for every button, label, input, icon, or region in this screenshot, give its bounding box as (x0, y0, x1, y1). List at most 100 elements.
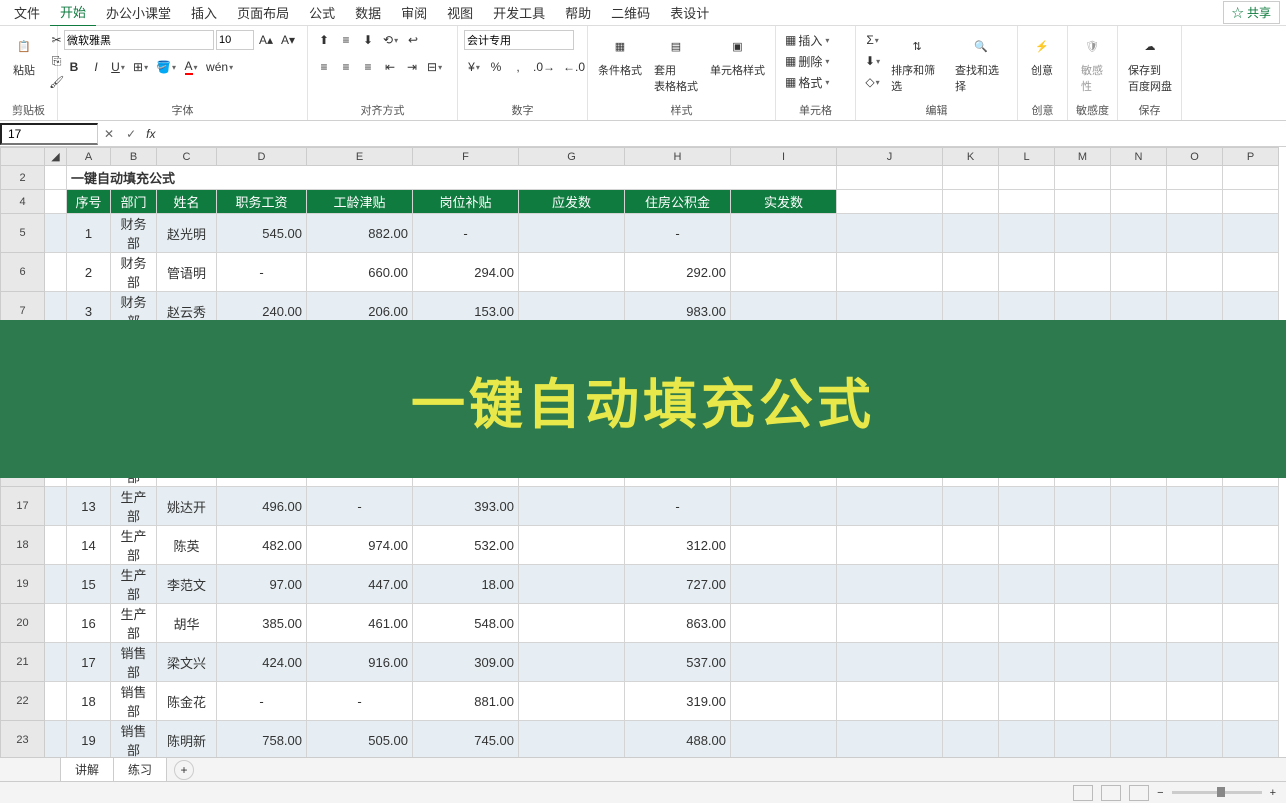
normal-view-button[interactable] (1073, 785, 1093, 801)
table-cell[interactable]: 292.00 (625, 253, 731, 292)
table-header[interactable]: 职务工资 (217, 190, 307, 214)
table-cell[interactable] (731, 487, 837, 526)
col-header-E[interactable]: E (307, 148, 413, 166)
table-cell[interactable]: 319.00 (625, 682, 731, 721)
table-header[interactable]: 应发数 (519, 190, 625, 214)
col-header-J[interactable]: J (837, 148, 943, 166)
table-cell[interactable] (519, 604, 625, 643)
col-header-D[interactable]: D (217, 148, 307, 166)
sort-filter-button[interactable]: ⇅排序和筛选 (887, 30, 947, 96)
table-cell[interactable]: 496.00 (217, 487, 307, 526)
tab-二维码[interactable]: 二维码 (601, 0, 660, 26)
increase-font-button[interactable]: A▴ (256, 30, 276, 50)
table-cell[interactable]: 545.00 (217, 214, 307, 253)
table-cell[interactable]: 陈金花 (157, 682, 217, 721)
col-header-C[interactable]: C (157, 148, 217, 166)
align-middle-button[interactable]: ≡ (336, 30, 356, 50)
indent-increase-button[interactable]: ⇥ (402, 57, 422, 77)
font-name-select[interactable] (64, 30, 214, 50)
select-all-corner[interactable]: ◢ (45, 148, 67, 166)
table-cell[interactable]: 727.00 (625, 565, 731, 604)
tab-视图[interactable]: 视图 (437, 0, 483, 26)
table-cell[interactable]: 393.00 (413, 487, 519, 526)
table-cell[interactable]: 销售部 (111, 721, 157, 758)
format-cells-button[interactable]: ▦ 格式 ▾ (782, 72, 832, 92)
row-header-6[interactable]: 6 (1, 253, 45, 292)
page-layout-view-button[interactable] (1101, 785, 1121, 801)
table-cell[interactable]: 生产部 (111, 526, 157, 565)
table-header[interactable]: 岗位补贴 (413, 190, 519, 214)
table-cell[interactable]: - (625, 214, 731, 253)
row-header-4[interactable]: 4 (1, 190, 45, 214)
align-center-button[interactable]: ≡ (336, 57, 356, 77)
align-top-button[interactable]: ⬆ (314, 30, 334, 50)
col-header-A[interactable]: A (67, 148, 111, 166)
table-cell[interactable]: 97.00 (217, 565, 307, 604)
clear-button[interactable]: ◇▾ (862, 72, 883, 92)
tab-帮助[interactable]: 帮助 (555, 0, 601, 26)
comma-button[interactable]: , (508, 57, 528, 77)
wrap-text-button[interactable]: ↩ (403, 30, 423, 50)
underline-button[interactable]: U▾ (108, 57, 128, 77)
conditional-format-button[interactable]: ▦条件格式 (594, 30, 646, 80)
tab-页面布局[interactable]: 页面布局 (227, 0, 299, 26)
bold-button[interactable]: B (64, 57, 84, 77)
table-cell[interactable]: 19 (67, 721, 111, 758)
table-cell[interactable]: 881.00 (413, 682, 519, 721)
table-cell[interactable]: 梁文兴 (157, 643, 217, 682)
zoom-slider[interactable] (1172, 791, 1262, 794)
table-cell[interactable]: 294.00 (413, 253, 519, 292)
fx-icon[interactable]: fx (142, 127, 159, 141)
ideas-button[interactable]: ⚡创意 (1024, 30, 1060, 80)
number-format-select[interactable] (464, 30, 574, 50)
cancel-formula-button[interactable]: ✕ (98, 125, 120, 143)
table-header[interactable]: 工龄津贴 (307, 190, 413, 214)
row-header-2[interactable]: 2 (1, 166, 45, 190)
table-cell[interactable]: 1 (67, 214, 111, 253)
table-cell[interactable]: 陈英 (157, 526, 217, 565)
font-color-button[interactable]: A▾ (181, 57, 201, 77)
col-header-N[interactable]: N (1111, 148, 1167, 166)
table-cell[interactable]: 13 (67, 487, 111, 526)
font-size-select[interactable] (216, 30, 254, 50)
row-header-22[interactable]: 22 (1, 682, 45, 721)
table-cell[interactable]: 447.00 (307, 565, 413, 604)
table-cell[interactable] (731, 565, 837, 604)
tab-审阅[interactable]: 审阅 (391, 0, 437, 26)
table-cell[interactable] (731, 643, 837, 682)
col-header-G[interactable]: G (519, 148, 625, 166)
fill-button[interactable]: ⬇▾ (862, 51, 883, 71)
table-cell[interactable]: 863.00 (625, 604, 731, 643)
col-header-B[interactable]: B (111, 148, 157, 166)
col-header-P[interactable]: P (1223, 148, 1279, 166)
tab-文件[interactable]: 文件 (4, 0, 50, 26)
title-cell[interactable]: 一键自动填充公式 (67, 166, 837, 190)
tab-插入[interactable]: 插入 (181, 0, 227, 26)
table-cell[interactable]: 309.00 (413, 643, 519, 682)
table-cell[interactable]: - (307, 682, 413, 721)
col-header-F[interactable]: F (413, 148, 519, 166)
name-box[interactable] (0, 123, 98, 145)
table-cell[interactable]: 销售部 (111, 643, 157, 682)
format-as-table-button[interactable]: ▤套用 表格格式 (650, 30, 702, 96)
table-cell[interactable]: 312.00 (625, 526, 731, 565)
table-cell[interactable]: 488.00 (625, 721, 731, 758)
table-cell[interactable]: 管语明 (157, 253, 217, 292)
table-cell[interactable]: 16 (67, 604, 111, 643)
find-select-button[interactable]: 🔍查找和选择 (951, 30, 1011, 96)
increase-decimal-button[interactable]: .0→ (530, 57, 558, 77)
tab-办公小课堂[interactable]: 办公小课堂 (96, 0, 181, 26)
table-cell[interactable] (519, 682, 625, 721)
col-header-M[interactable]: M (1055, 148, 1111, 166)
table-cell[interactable]: 532.00 (413, 526, 519, 565)
row-header-21[interactable]: 21 (1, 643, 45, 682)
table-cell[interactable]: - (217, 253, 307, 292)
decrease-decimal-button[interactable]: ←.0 (560, 57, 588, 77)
table-cell[interactable]: 2 (67, 253, 111, 292)
formula-input[interactable] (159, 125, 1286, 143)
table-cell[interactable] (519, 487, 625, 526)
table-cell[interactable] (519, 643, 625, 682)
table-cell[interactable]: 财务部 (111, 214, 157, 253)
align-right-button[interactable]: ≡ (358, 57, 378, 77)
tab-开发工具[interactable]: 开发工具 (483, 0, 555, 26)
